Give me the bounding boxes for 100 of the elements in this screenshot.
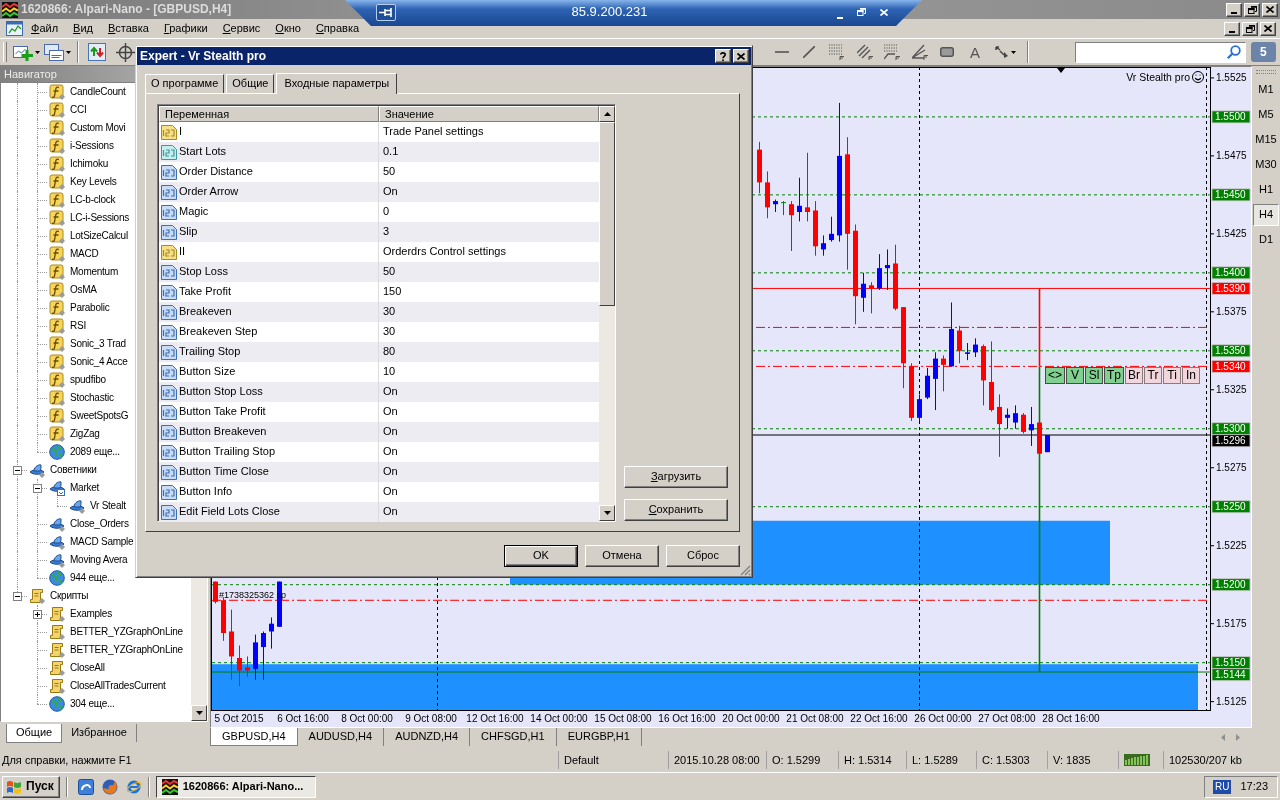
parameter-value: On [382,385,398,399]
parameter-name: Magic [179,205,209,219]
time-label: 5 Oct 2015 [214,713,264,724]
parameter-value: 10 [382,365,396,379]
time-label: 20 Oct 00:00 [722,713,780,724]
dialog-title: Expert - Vr Stealth pro [140,48,267,64]
parameter-name: Button Breakeven [179,425,267,439]
ref-line-label: 1.5144 [1215,669,1247,681]
parameter-value: On [382,405,398,419]
price-tick-label: 1.5475 [1216,150,1247,162]
parameter-value: Orderdrs Control settings [382,245,506,259]
parameter-value: On [382,465,398,479]
price-tick-label: 1.5125 [1216,696,1247,708]
ref-line-label: 1.5250 [1215,501,1247,513]
price-label: 1.5350 [1211,344,1251,358]
ref-line-label: 1.5450 [1215,189,1247,201]
parameter-name: Breakeven Step [179,325,258,339]
time-label: 15 Oct 08:00 [594,713,652,724]
parameter-name: Slip [179,225,198,239]
parameter-name: Breakeven [179,305,232,319]
time-label: 21 Oct 08:00 [786,713,844,724]
parameter-name: Start Lots [179,145,227,159]
parameter-value: 30 [382,305,396,319]
parameter-value: On [382,425,398,439]
time-label: 12 Oct 16:00 [466,713,524,724]
parameter-name: Order Distance [179,165,253,179]
parameter-name: Button Stop Loss [179,385,263,399]
price-label: 1.5150 [1211,656,1251,670]
parameter-name: II [179,245,186,259]
parameter-value: 150 [382,285,402,299]
price-tick-label: 1.5375 [1216,306,1247,318]
status-field: C: 1.5303 [976,751,1047,769]
ref-line-label: 1.5150 [1215,657,1247,669]
ref-line-label: 1.5200 [1215,579,1247,591]
status-field: 102530/207 kb [1163,751,1280,769]
parameter-name: Order Arrow [179,185,239,199]
price-tick-label: 1.5275 [1216,462,1247,474]
price-label: 1.5144 [1211,668,1251,682]
status-field: V: 1835 [1047,751,1118,769]
parameter-value: 0 [382,205,390,219]
status-field: H: 1.5314 [838,751,906,769]
parameter-value: 50 [382,265,396,279]
price-tick-label: 1.5325 [1216,384,1247,396]
parameter-value: On [382,445,398,459]
time-label: 26 Oct 00:00 [914,713,972,724]
status-field: O: 1.5299 [766,751,838,769]
time-label: 8 Oct 00:00 [341,713,393,724]
parameter-name: Button Take Profit [179,405,266,419]
status-field: 2015.10.28 08:00 [668,751,766,769]
price-tick-label: 1.5425 [1216,228,1247,240]
parameter-value: On [382,185,398,199]
parameter-name: Stop Loss [179,265,228,279]
parameter-name: Trailing Stop [179,345,241,359]
navigator-title: Навигатор [4,68,57,80]
parameter-name: Button Time Close [179,465,269,479]
column-header: Переменная [159,106,379,122]
time-label: 6 Oct 16:00 [277,713,329,724]
parameter-value: 50 [382,165,396,179]
price-tick-label: 1.5525 [1216,72,1247,84]
expert-name-label: Vr Stealth pro [1126,71,1190,83]
price-label: 1.5300 [1211,422,1251,436]
status-field: L: 1.5289 [906,751,976,769]
parameter-name: Edit Field Lots Close [179,505,280,519]
parameter-value: On [382,485,398,499]
ref-line-label: 1.5390 [1215,282,1247,294]
parameter-value: Trade Panel settings [382,125,484,139]
price-label: 1.5296 [1211,434,1251,448]
price-tick-label: 1.5225 [1216,540,1247,552]
time-label: 28 Oct 16:00 [1042,713,1100,724]
clock: 17:23 [1240,779,1268,794]
parameter-name: Button Info [179,485,233,499]
price-label: 1.5450 [1211,188,1251,202]
price-label: 1.5200 [1211,578,1251,592]
time-label: 14 Oct 00:00 [530,713,588,724]
price-label: 1.5340 [1211,360,1251,373]
remote-host-address: 85.9.200.231 [570,4,649,20]
column-header: Значение [379,106,599,122]
parameter-value: 0.1 [382,145,399,159]
parameter-name: Take Profit [179,285,231,299]
ref-line-label: 1.5340 [1215,360,1247,372]
ref-line-label: 1.5300 [1215,423,1247,435]
ref-line-label: 1.5350 [1215,345,1247,357]
parameter-value: 80 [382,345,396,359]
time-label: 16 Oct 16:00 [658,713,716,724]
time-label: 22 Oct 16:00 [850,713,908,724]
price-tick-label: 1.5175 [1216,618,1247,630]
price-label: 1.5250 [1211,500,1251,514]
ref-line-label: 1.5400 [1215,267,1247,279]
time-label: 27 Oct 08:00 [978,713,1036,724]
price-label: 1.5500 [1211,110,1251,124]
time-label: 9 Oct 08:00 [405,713,457,724]
parameter-name: Button Trailing Stop [179,445,275,459]
parameter-value: 30 [382,325,396,339]
ref-line-label: 1.5500 [1215,111,1247,123]
parameter-name: I [179,125,183,139]
status-field: Default [558,751,668,769]
price-label: 1.5400 [1211,266,1251,280]
status-field: Для справки, нажмите F1 [0,751,558,769]
parameter-value: 3 [382,225,390,239]
price-label: 1.5390 [1211,282,1251,295]
